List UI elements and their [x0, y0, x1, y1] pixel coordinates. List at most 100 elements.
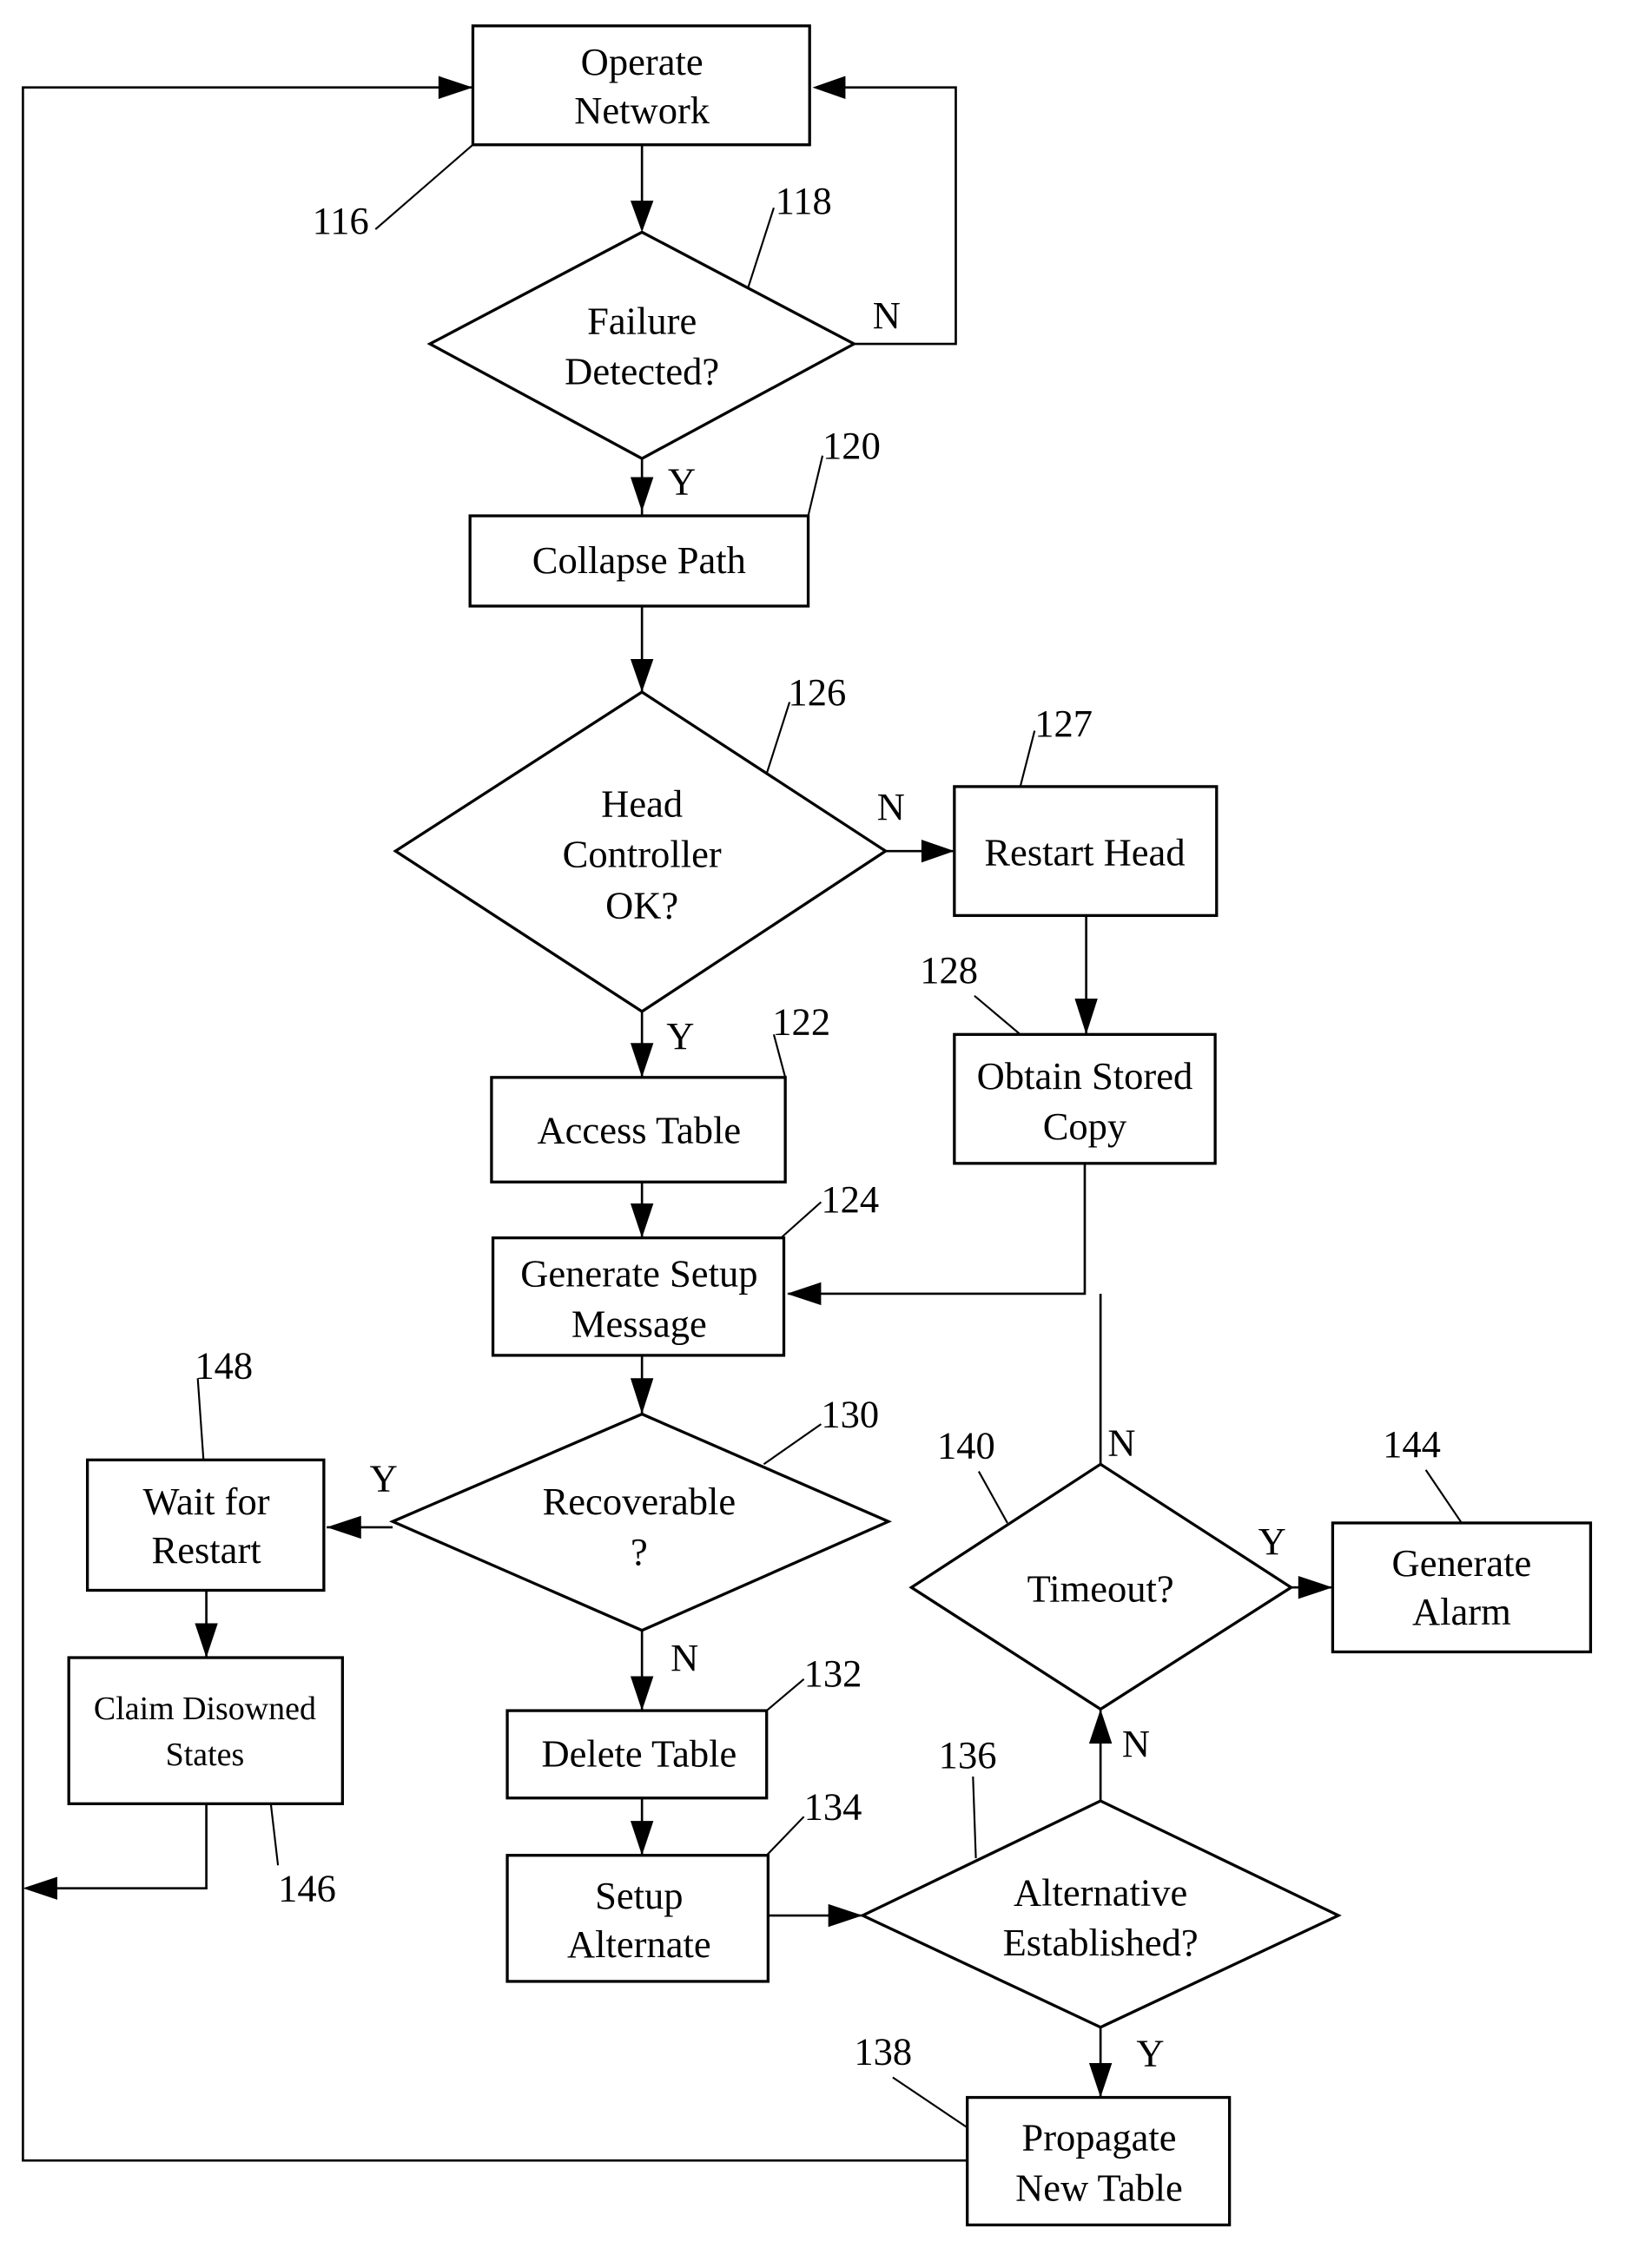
arrowhead — [921, 839, 955, 863]
ref-leader — [972, 1776, 977, 1859]
arrowhead — [1088, 1709, 1113, 1744]
arrowhead — [1088, 2062, 1113, 2098]
ref-number: 138 — [854, 2030, 912, 2074]
node-alternative-established: Alternative Established? — [859, 1799, 1342, 2029]
node-label: Delete Table — [541, 1731, 737, 1775]
edge-label: N — [1107, 1421, 1135, 1464]
ref-leader — [747, 208, 775, 289]
ref-number: 148 — [195, 1343, 253, 1387]
ref-leader — [766, 1678, 805, 1711]
arrowhead — [438, 76, 473, 99]
node-propagate-new-table: Propagate New Table — [966, 2095, 1232, 2227]
node-label: Propagate — [1021, 2116, 1176, 2159]
node-label: Controller — [563, 832, 722, 875]
arrowhead — [1298, 1575, 1333, 1599]
ref-number: 118 — [776, 179, 832, 222]
arrowhead — [327, 1515, 361, 1539]
node-wait-for-restart: Wait for Restart — [85, 1458, 326, 1592]
node-label: ? — [631, 1530, 648, 1573]
node-label: Established? — [1003, 1921, 1199, 1964]
arrowhead — [630, 1676, 654, 1711]
node-label: New Table — [1015, 2166, 1183, 2209]
edge-label: N — [873, 293, 901, 337]
node-collapse-path: Collapse Path — [468, 514, 810, 608]
arrowhead — [630, 1203, 654, 1238]
ref-number: 126 — [788, 670, 846, 714]
arrowhead — [786, 1282, 822, 1306]
ref-leader — [196, 1378, 205, 1460]
ref-number: 132 — [804, 1652, 862, 1695]
ref-number: 127 — [1034, 702, 1093, 745]
node-head-controller-ok: Head Controller OK? — [393, 690, 888, 1013]
ref-number: 128 — [920, 948, 978, 992]
node-label: States — [166, 1737, 245, 1773]
node-label: Detected? — [565, 349, 719, 392]
edge-label: N — [877, 785, 905, 828]
node-label: Wait for — [143, 1480, 270, 1523]
node-label: Timeout? — [1027, 1567, 1174, 1611]
node-failure-detected: Failure Detected? — [426, 230, 857, 460]
edge-label: N — [670, 1636, 698, 1679]
arrowhead — [630, 201, 654, 233]
ref-number: 124 — [821, 1177, 879, 1221]
edge-label: Y — [668, 459, 696, 503]
node-label: Claim Disowned — [94, 1691, 316, 1727]
ref-number: 130 — [821, 1392, 879, 1435]
arrowhead — [1074, 999, 1098, 1035]
node-label: Head — [601, 782, 683, 826]
edge-label: Y — [1136, 2031, 1164, 2074]
node-label: Copy — [1043, 1104, 1127, 1148]
node-label: Failure — [587, 300, 697, 343]
node-label: Alternate — [567, 1922, 711, 1966]
node-recoverable: Recoverable ? — [388, 1412, 893, 1632]
node-timeout: Timeout? — [908, 1462, 1294, 1711]
node-label: Generate — [1392, 1541, 1532, 1585]
node-generate-alarm: Generate Alarm — [1331, 1521, 1593, 1654]
flowchart: Operate Network 116 Failure Detected? 11… — [22, 24, 1593, 2227]
arrowhead — [828, 1903, 863, 1928]
arrowhead — [630, 1043, 654, 1078]
ref-leader — [780, 1201, 822, 1239]
ref-number: 134 — [804, 1784, 862, 1828]
ref-leader — [765, 1816, 805, 1856]
arrowhead — [630, 477, 654, 512]
arrowhead — [23, 1876, 57, 1900]
ref-leader — [977, 1471, 1008, 1524]
node-setup-alternate: Setup Alternate — [505, 1854, 770, 1983]
edge-label: Y — [1258, 1520, 1286, 1563]
ref-leader — [269, 1803, 280, 1866]
node-obtain-stored-copy: Obtain Stored Copy — [953, 1032, 1217, 1165]
ref-number: 146 — [278, 1867, 336, 1910]
arrowhead — [630, 1821, 654, 1856]
edge-label: Y — [370, 1457, 398, 1500]
node-label: Generate Setup — [520, 1252, 757, 1296]
arrowhead — [812, 76, 846, 99]
ref-leader — [892, 2076, 968, 2129]
node-label: Collapse Path — [532, 538, 746, 582]
ref-leader — [807, 455, 824, 517]
ref-number: 144 — [1383, 1422, 1441, 1466]
arrowhead — [630, 659, 654, 693]
arrowhead — [630, 1378, 654, 1414]
node-delete-table: Delete Table — [505, 1709, 769, 1800]
node-label: Obtain Stored — [977, 1054, 1193, 1098]
node-label: Alternative — [1014, 1870, 1187, 1914]
node-label: Alarm — [1412, 1590, 1511, 1633]
node-label: Restart — [152, 1528, 262, 1572]
ref-leader — [1424, 1469, 1463, 1524]
node-label: Message — [571, 1302, 707, 1345]
ref-number: 140 — [937, 1424, 995, 1467]
node-access-table: Access Table — [490, 1076, 787, 1183]
edge-claim-to-rail — [25, 1803, 208, 1889]
edge-label: N — [1122, 1722, 1150, 1765]
node-label: Access Table — [538, 1109, 742, 1152]
node-label: Network — [574, 89, 710, 132]
node-label: OK? — [605, 884, 678, 927]
ref-leader — [765, 702, 791, 775]
ref-leader — [1019, 730, 1036, 788]
edge-label: Y — [666, 1014, 694, 1058]
node-claim-disowned-states: Claim Disowned States — [67, 1656, 344, 1805]
node-label: Restart Head — [984, 831, 1185, 874]
node-label: Operate — [581, 40, 704, 83]
arrowhead — [195, 1623, 218, 1658]
